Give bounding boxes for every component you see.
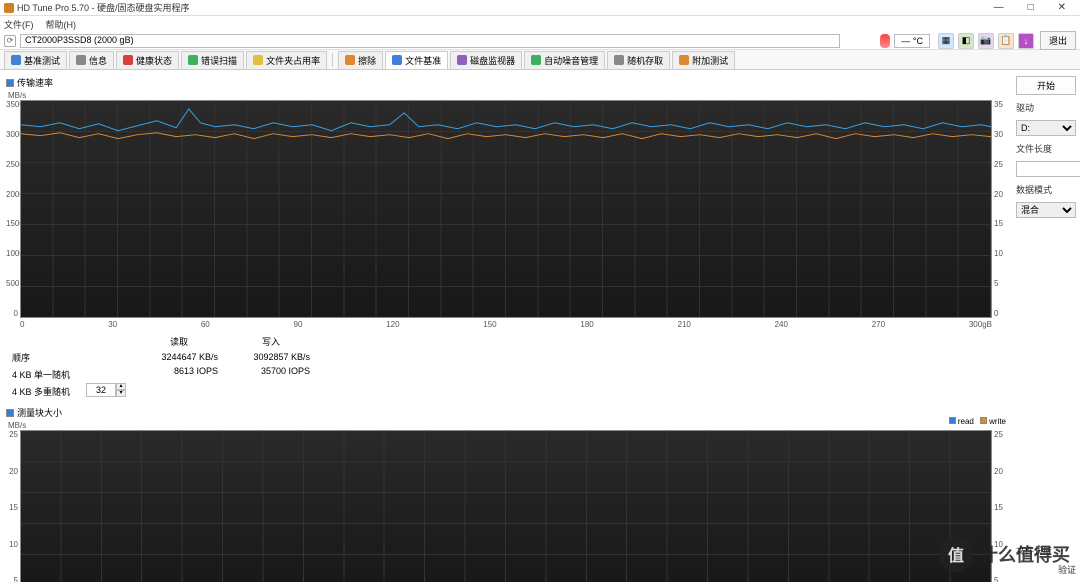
tab-monitor[interactable]: 磁盘监视器 — [450, 51, 522, 69]
quick-icon-1[interactable]: ▦ — [938, 33, 954, 49]
checkbox-blocksize[interactable] — [6, 409, 14, 417]
tab-errorscan[interactable]: 错误扫描 — [181, 51, 244, 69]
4k-single-read-value: 8613 IOPS — [140, 366, 218, 376]
maximize-button[interactable]: □ — [1022, 2, 1040, 13]
heart-icon — [123, 55, 133, 65]
tab-erase[interactable]: 擦除 — [338, 51, 383, 69]
menu-file[interactable]: 文件(F) — [4, 18, 34, 31]
checkbox-transfer[interactable] — [6, 79, 14, 87]
start-button[interactable]: 开始 — [1016, 76, 1076, 95]
y-left-axis: 3500300025002000150010005000 — [6, 100, 20, 318]
tab-filebench[interactable]: 文件基准 — [385, 51, 448, 69]
quick-icon-2[interactable]: ◧ — [958, 33, 974, 49]
qd-down[interactable]: ▾ — [116, 390, 126, 397]
monitor-icon — [457, 55, 467, 65]
transfer-chart — [20, 100, 992, 318]
refresh-icon[interactable]: ⟳ — [4, 35, 16, 47]
mode-select[interactable]: 混合 — [1016, 202, 1076, 218]
drive-select[interactable]: CT2000P3SSD8 (2000 gB) — [20, 34, 840, 48]
read-trace — [21, 109, 991, 131]
blocksize-chart — [20, 430, 992, 582]
mode-label: 数据模式 — [1016, 183, 1076, 196]
seq-write-value: 3092857 KB/s — [232, 352, 310, 362]
tab-extra[interactable]: 附加测试 — [672, 51, 735, 69]
minimize-button[interactable]: — — [988, 2, 1010, 13]
watermark-icon: 值 — [938, 536, 974, 572]
x-axis: 0306090120150180210240270300gB — [6, 318, 1006, 329]
quick-icon-4[interactable]: 📋 — [998, 33, 1014, 49]
row-4kb-single: 4 KB 单一随机 — [12, 368, 80, 381]
tab-health[interactable]: 健康状态 — [116, 51, 179, 69]
menu-help[interactable]: 帮助(H) — [46, 18, 77, 31]
gauge-icon — [11, 55, 21, 65]
tab-folder[interactable]: 文件夹占用率 — [246, 51, 327, 69]
watermark-text: 什么值得买 — [980, 541, 1070, 567]
app-icon — [4, 3, 14, 13]
info-icon — [76, 55, 86, 65]
thermometer-icon — [880, 34, 890, 48]
close-button[interactable]: ✕ — [1052, 2, 1072, 13]
extra-icon — [679, 55, 689, 65]
section-transfer-label: 传输速率 — [17, 76, 53, 89]
write-trace — [21, 133, 991, 139]
temperature-display: — °C — [894, 34, 930, 48]
tab-aam[interactable]: 自动噪音管理 — [524, 51, 605, 69]
erase-icon — [345, 55, 355, 65]
drive-letter-select[interactable]: D: — [1016, 120, 1076, 136]
scan-icon — [188, 55, 198, 65]
header-read: 读取 — [140, 335, 218, 348]
4k-single-write-value: 35700 IOPS — [232, 366, 310, 376]
header-write: 写入 — [232, 335, 310, 348]
folder-icon — [253, 55, 263, 65]
window-title: HD Tune Pro 5.70 - 硬盘/固态硬盘实用程序 — [17, 1, 988, 14]
y-right-axis: 35302520151050 — [992, 100, 1006, 318]
exit-button[interactable]: 退出 — [1040, 31, 1076, 50]
section-blocksize-label: 测量块大小 — [17, 406, 62, 419]
queue-depth-input[interactable] — [86, 383, 116, 397]
drive-label: 驱动 — [1016, 101, 1076, 114]
random-icon — [614, 55, 624, 65]
y2-axis-label: MB/s — [6, 421, 1006, 430]
results-table: 顺序 4 KB 单一随机 4 KB 多重随机 ▴▾ 读取 3244647 KB/… — [6, 329, 1006, 406]
y-axis-label: MB/s — [6, 91, 1006, 100]
tab-separator — [332, 53, 333, 67]
row-4kb-multi: 4 KB 多重随机 — [12, 385, 80, 398]
tab-random[interactable]: 随机存取 — [607, 51, 670, 69]
quick-icon-5[interactable]: ↓ — [1018, 33, 1034, 49]
row-sequential: 顺序 — [12, 351, 80, 364]
filelen-label: 文件长度 — [1016, 142, 1076, 155]
quick-icon-3[interactable]: 📷 — [978, 33, 994, 49]
seq-read-value: 3244647 KB/s — [140, 352, 218, 362]
filelen-input[interactable] — [1016, 161, 1080, 177]
tab-benchmark[interactable]: 基准测试 — [4, 51, 67, 69]
tab-info[interactable]: 信息 — [69, 51, 114, 69]
qd-up[interactable]: ▴ — [116, 383, 126, 390]
sound-icon — [531, 55, 541, 65]
y2-left-axis: 252015105 — [6, 430, 20, 582]
file-icon — [392, 55, 402, 65]
watermark: 值 什么值得买 — [938, 536, 1070, 572]
